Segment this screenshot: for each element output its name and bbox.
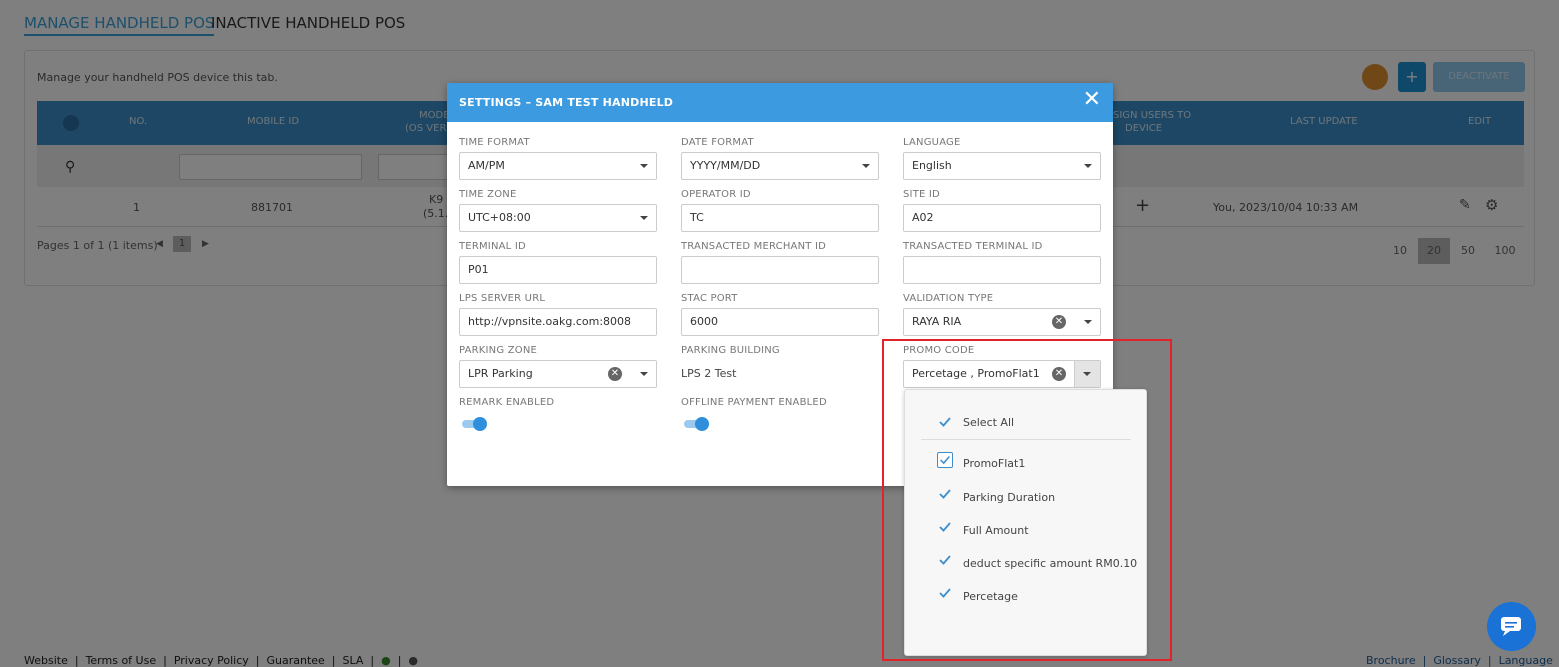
language-select[interactable]: English bbox=[903, 152, 1101, 180]
chevron-down-icon bbox=[862, 164, 870, 168]
transacted-terminal-id-label: TRANSACTED TERMINAL ID bbox=[903, 241, 1043, 252]
remark-enabled-toggle[interactable] bbox=[460, 417, 487, 431]
lps-server-url-label: LPS SERVER URL bbox=[459, 293, 546, 304]
validation-type-select[interactable]: RAYA RIA ✕ bbox=[903, 308, 1101, 336]
time-zone-select[interactable]: UTC+08:00 bbox=[459, 204, 657, 232]
site-id-input[interactable]: A02 bbox=[903, 204, 1101, 232]
date-format-value: YYYY/MM/DD bbox=[690, 159, 761, 172]
date-format-label: DATE FORMAT bbox=[681, 137, 754, 148]
parking-building-value: LPS 2 Test bbox=[681, 367, 737, 380]
stac-port-label: STAC PORT bbox=[681, 293, 738, 304]
terminal-id-input[interactable]: P01 bbox=[459, 256, 657, 284]
time-zone-label: TIME ZONE bbox=[459, 189, 517, 200]
chevron-down-icon bbox=[640, 216, 648, 220]
language-label: LANGUAGE bbox=[903, 137, 961, 148]
stac-port-input[interactable]: 6000 bbox=[681, 308, 879, 336]
chevron-down-icon bbox=[1084, 164, 1092, 168]
date-format-select[interactable]: YYYY/MM/DD bbox=[681, 152, 879, 180]
site-id-label: SITE ID bbox=[903, 189, 940, 200]
chat-icon bbox=[1501, 617, 1521, 636]
modal-title: SETTINGS – SAM TEST HANDHELD bbox=[447, 83, 1113, 122]
transacted-terminal-id-input[interactable] bbox=[903, 256, 1101, 284]
operator-id-label: OPERATOR ID bbox=[681, 189, 751, 200]
offline-payment-enabled-toggle[interactable] bbox=[682, 417, 709, 431]
offline-payment-enabled-label: OFFLINE PAYMENT ENABLED bbox=[681, 397, 827, 408]
terminal-id-label: TERMINAL ID bbox=[459, 241, 526, 252]
time-zone-value: UTC+08:00 bbox=[468, 211, 531, 224]
chevron-down-icon bbox=[640, 372, 648, 376]
parking-zone-value: LPR Parking bbox=[468, 367, 533, 380]
highlight-box bbox=[882, 339, 1172, 661]
time-format-select[interactable]: AM/PM bbox=[459, 152, 657, 180]
parking-zone-select[interactable]: LPR Parking ✕ bbox=[459, 360, 657, 388]
remark-enabled-label: REMARK ENABLED bbox=[459, 397, 555, 408]
transacted-merchant-id-input[interactable] bbox=[681, 256, 879, 284]
clear-icon[interactable]: ✕ bbox=[608, 367, 622, 381]
chevron-down-icon bbox=[640, 164, 648, 168]
close-icon[interactable]: ✕ bbox=[1083, 89, 1101, 111]
validation-type-label: VALIDATION TYPE bbox=[903, 293, 994, 304]
transacted-merchant-id-label: TRANSACTED MERCHANT ID bbox=[681, 241, 827, 252]
chevron-down-icon bbox=[1084, 320, 1092, 324]
validation-type-value: RAYA RIA bbox=[912, 315, 962, 328]
lps-server-url-input[interactable]: http://vpnsite.oakg.com:8008 bbox=[459, 308, 657, 336]
time-format-label: TIME FORMAT bbox=[459, 137, 530, 148]
parking-zone-label: PARKING ZONE bbox=[459, 345, 538, 356]
parking-building-label: PARKING BUILDING bbox=[681, 345, 780, 356]
clear-icon[interactable]: ✕ bbox=[1052, 315, 1066, 329]
chat-button[interactable] bbox=[1487, 602, 1536, 651]
operator-id-input[interactable]: TC bbox=[681, 204, 879, 232]
time-format-value: AM/PM bbox=[468, 159, 505, 172]
language-value: English bbox=[912, 159, 952, 172]
